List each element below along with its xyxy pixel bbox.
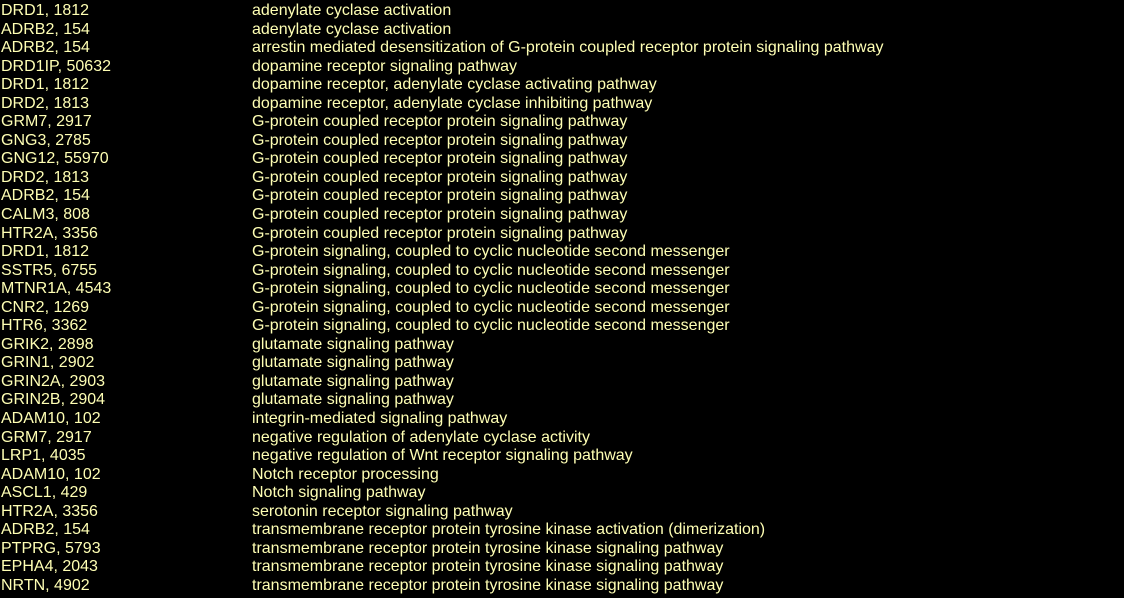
go-term-label: G-protein coupled receptor protein signa…	[252, 224, 628, 242]
gene-label: GNG3, 2785	[1, 131, 91, 149]
go-term-label: dopamine receptor, adenylate cyclase act…	[252, 76, 657, 94]
gene-label: ADAM10, 102	[1, 410, 101, 428]
go-term-label: adenylate cyclase activation	[252, 20, 452, 38]
gene-label: HTR2A, 3356	[1, 502, 98, 520]
go-term-label: glutamate signaling pathway	[252, 391, 454, 409]
go-term-label: integrin-mediated signaling pathway	[252, 410, 508, 428]
go-term-label: G-protein signaling, coupled to cyclic n…	[252, 280, 730, 298]
go-term-label: transmembrane receptor protein tyrosine …	[252, 558, 724, 576]
gene-label: DRD1, 1812	[1, 2, 90, 19]
go-term-label: G-protein coupled receptor protein signa…	[252, 113, 628, 131]
gene-label: LRP1, 4035	[1, 447, 86, 465]
go-term-label: glutamate signaling pathway	[252, 354, 454, 372]
go-term-label: G-protein signaling, coupled to cyclic n…	[252, 261, 730, 279]
gene-label: DRD2, 1813	[1, 94, 90, 112]
go-term-label: transmembrane receptor protein tyrosine …	[252, 539, 724, 557]
gene-label: DRD1, 1812	[1, 76, 90, 94]
gene-label: GRIK2, 2898	[1, 335, 94, 353]
gene-label: ADRB2, 154	[1, 187, 90, 205]
gene-label: NRTN, 4902	[1, 576, 90, 594]
go-term-label: serotonin receptor signaling pathway	[252, 502, 513, 520]
go-term-label: G-protein signaling, coupled to cyclic n…	[252, 317, 730, 335]
go-term-label: G-protein coupled receptor protein signa…	[252, 168, 628, 186]
go-term-label: negative regulation of adenylate cyclase…	[252, 428, 590, 446]
gene-label: HTR2A, 3356	[1, 224, 98, 242]
go-term-label: dopamine receptor, adenylate cyclase inh…	[252, 94, 653, 112]
go-term-label: arrestin mediated desensitization of G-p…	[252, 39, 884, 57]
go-term-label: G-protein coupled receptor protein signa…	[252, 206, 628, 224]
go-term-label: G-protein coupled receptor protein signa…	[252, 131, 628, 149]
go-term-label: Notch receptor processing	[252, 465, 439, 483]
go-term-label: glutamate signaling pathway	[252, 335, 454, 353]
gene-label: ADRB2, 154	[1, 39, 90, 57]
gene-label: GRIN1, 2902	[1, 354, 95, 372]
go-term-label: dopamine receptor signaling pathway	[252, 57, 518, 75]
gene-label: GRIN2B, 2904	[1, 391, 106, 409]
go-term-label: G-protein coupled receptor protein signa…	[252, 187, 628, 205]
go-term-label: glutamate signaling pathway	[252, 372, 454, 390]
go-term-label: transmembrane receptor protein tyrosine …	[252, 521, 766, 539]
go-term-label: G-protein signaling, coupled to cyclic n…	[252, 298, 730, 316]
gene-label: MTNR1A, 4543	[1, 280, 112, 298]
gene-label: GRM7, 2917	[1, 113, 92, 131]
gene-label: ASCL1, 429	[1, 484, 88, 502]
gene-label: ADRB2, 154	[1, 521, 90, 539]
gene-label: GRM7, 2917	[1, 428, 92, 446]
gene-label: DRD1, 1812	[1, 243, 90, 261]
go-term-label: Notch signaling pathway	[252, 484, 426, 502]
go-term-label: G-protein signaling, coupled to cyclic n…	[252, 243, 730, 261]
gene-label: DRD1IP, 50632	[1, 57, 111, 75]
gene-label: DRD2, 1813	[1, 168, 90, 186]
gene-label: GRIN2A, 2903	[1, 372, 106, 390]
gene-label: CNR2, 1269	[1, 298, 90, 316]
gene-label: GNG12, 55970	[1, 150, 109, 168]
go-term-label: transmembrane receptor protein tyrosine …	[252, 576, 724, 594]
gene-label: EPHA4, 2043	[1, 558, 98, 576]
go-term-label: adenylate cyclase activation	[252, 2, 452, 19]
gene-label: SSTR5, 6755	[1, 261, 98, 279]
gene-label: HTR6, 3362	[1, 317, 88, 335]
go-term-label: negative regulation of Wnt receptor sign…	[252, 447, 633, 465]
gene-label: PTPRG, 5793	[1, 539, 101, 557]
go-term-label: G-protein coupled receptor protein signa…	[252, 150, 628, 168]
gene-label: CALM3, 808	[1, 206, 90, 224]
gene-label: ADRB2, 154	[1, 20, 90, 38]
gene-label: ADAM10, 102	[1, 465, 101, 483]
